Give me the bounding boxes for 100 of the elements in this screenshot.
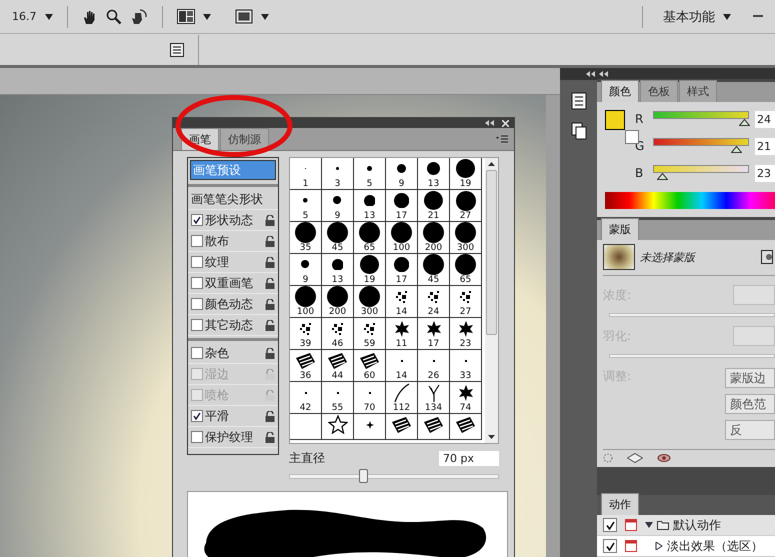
brush-tip[interactable]: 42 bbox=[290, 382, 322, 414]
brush-tip[interactable]: 11 bbox=[386, 318, 418, 350]
setting-label[interactable]: 平滑 bbox=[205, 408, 263, 424]
panel-tab[interactable]: 蒙版 bbox=[601, 218, 639, 240]
collapse-icon[interactable] bbox=[485, 120, 494, 126]
brush-tip[interactable] bbox=[322, 414, 354, 440]
screen-mode-icon[interactable] bbox=[234, 9, 252, 24]
collapse-icon[interactable] bbox=[586, 71, 595, 77]
mask-button[interactable]: 颜色范 bbox=[725, 394, 775, 414]
brush-tip[interactable]: 24 bbox=[418, 286, 450, 318]
expander-icon[interactable] bbox=[645, 521, 653, 529]
brush-tip[interactable]: 14 bbox=[386, 286, 418, 318]
brush-tip[interactable] bbox=[354, 414, 386, 440]
brush-tip[interactable]: 3 bbox=[322, 158, 354, 190]
brush-tip[interactable]: 27 bbox=[450, 286, 482, 318]
checkbox[interactable] bbox=[191, 298, 203, 310]
lock-icon[interactable] bbox=[265, 298, 275, 310]
zoom-level[interactable]: 16.7 bbox=[12, 10, 36, 23]
add-mask-icon[interactable] bbox=[761, 250, 773, 264]
brush-tip[interactable]: 9 bbox=[386, 158, 418, 190]
brush-tip[interactable]: 9 bbox=[322, 190, 354, 222]
brush-tip[interactable]: 46 bbox=[322, 318, 354, 350]
checkbox[interactable] bbox=[191, 410, 203, 422]
brush-tip[interactable]: 26 bbox=[418, 350, 450, 382]
brush-tip[interactable]: 17 bbox=[386, 254, 418, 286]
input-field[interactable] bbox=[733, 326, 775, 346]
panel-tab[interactable]: 动作 bbox=[601, 493, 639, 515]
expander-icon[interactable] bbox=[655, 542, 663, 550]
menu-icon[interactable] bbox=[496, 135, 508, 143]
brush-tip[interactable]: 23 bbox=[450, 318, 482, 350]
panel-tab[interactable]: 仿制源 bbox=[220, 128, 269, 150]
color-slider-track[interactable] bbox=[653, 138, 749, 146]
channel-value-field[interactable]: 23 bbox=[755, 164, 775, 182]
brush-tip[interactable]: 100 bbox=[386, 222, 418, 254]
checkbox[interactable] bbox=[191, 214, 203, 226]
dialog-toggle-icon[interactable] bbox=[625, 519, 637, 531]
lock-icon[interactable] bbox=[265, 278, 275, 288]
workspace-switcher[interactable]: 基本功能 bbox=[663, 8, 715, 26]
foreground-color-swatch[interactable] bbox=[605, 110, 625, 130]
brush-tip[interactable]: 74 bbox=[450, 382, 482, 414]
brush-tip[interactable]: 35 bbox=[290, 222, 322, 254]
close-icon[interactable] bbox=[502, 120, 509, 126]
channel-value-field[interactable]: 24 bbox=[755, 110, 775, 128]
mask-button[interactable]: 反 bbox=[725, 420, 775, 440]
setting-label[interactable]: 散布 bbox=[205, 232, 263, 250]
brush-tip[interactable] bbox=[418, 414, 450, 440]
setting-label[interactable]: 双重画笔 bbox=[205, 274, 263, 292]
checkbox[interactable] bbox=[191, 256, 203, 268]
brush-tip[interactable]: 21 bbox=[418, 190, 450, 222]
brush-tip[interactable]: 300 bbox=[354, 286, 386, 318]
brush-tip[interactable] bbox=[450, 414, 482, 440]
color-slider-track[interactable] bbox=[653, 165, 749, 173]
brush-tip[interactable]: 134 bbox=[418, 382, 450, 414]
brush-tip[interactable]: 5 bbox=[354, 158, 386, 190]
checkbox[interactable] bbox=[191, 319, 203, 331]
brush-tip[interactable]: 36 bbox=[290, 350, 322, 382]
brush-tip[interactable]: 1 bbox=[290, 158, 322, 190]
brush-tip[interactable]: 14 bbox=[386, 350, 418, 382]
setting-label[interactable]: 杂色 bbox=[205, 344, 263, 362]
brush-tip[interactable]: 65 bbox=[354, 222, 386, 254]
checkbox[interactable] bbox=[191, 431, 203, 443]
collapse-icon[interactable] bbox=[599, 70, 608, 76]
brush-tip[interactable]: 13 bbox=[418, 158, 450, 190]
setting-label[interactable]: 形状动态 bbox=[205, 212, 263, 228]
brush-tip[interactable]: 45 bbox=[418, 254, 450, 286]
scroll-down-icon[interactable] bbox=[488, 435, 496, 439]
checkbox[interactable] bbox=[603, 539, 617, 553]
brush-tip-shape-item[interactable]: 画笔笔尖形状 bbox=[188, 189, 278, 210]
lock-icon[interactable] bbox=[265, 214, 275, 226]
brush-tip[interactable]: 44 bbox=[322, 350, 354, 382]
layers-icon[interactable] bbox=[570, 122, 586, 140]
checkbox[interactable] bbox=[603, 518, 617, 532]
checkbox[interactable] bbox=[191, 277, 203, 289]
brush-tip[interactable]: 19 bbox=[354, 254, 386, 286]
channel-value-field[interactable]: 21 bbox=[755, 138, 775, 154]
brush-tip[interactable]: 33 bbox=[450, 350, 482, 382]
color-spectrum[interactable] bbox=[605, 192, 775, 209]
search-icon[interactable] bbox=[106, 8, 122, 24]
brush-tip[interactable]: 19 bbox=[450, 158, 482, 190]
panel-tab[interactable]: 样式 bbox=[679, 80, 717, 102]
brush-tip[interactable]: 45 bbox=[322, 222, 354, 254]
scrollbar[interactable] bbox=[485, 158, 498, 443]
panel-tab[interactable]: 颜色 bbox=[601, 80, 639, 102]
brush-tip[interactable]: 13 bbox=[354, 190, 386, 222]
input-field[interactable] bbox=[733, 285, 775, 305]
checkbox[interactable] bbox=[191, 347, 203, 359]
setting-label[interactable]: 颜色动态 bbox=[205, 296, 263, 312]
brush-tip[interactable]: 100 bbox=[290, 286, 322, 318]
minimize-icon[interactable] bbox=[753, 15, 763, 18]
brush-tip[interactable]: 200 bbox=[418, 222, 450, 254]
brush-tip[interactable] bbox=[290, 414, 322, 440]
brush-tip[interactable]: 59 bbox=[354, 318, 386, 350]
history-icon[interactable] bbox=[570, 92, 586, 110]
brush-tip[interactable] bbox=[386, 414, 418, 440]
diameter-field[interactable]: 70 px bbox=[439, 451, 499, 466]
panel-toggle-icon[interactable] bbox=[170, 42, 184, 56]
lock-icon[interactable] bbox=[265, 236, 275, 246]
brush-tip[interactable]: 70 bbox=[354, 382, 386, 414]
mask-button[interactable]: 蒙版边 bbox=[725, 368, 775, 388]
setting-label[interactable]: 其它动态 bbox=[205, 316, 263, 334]
